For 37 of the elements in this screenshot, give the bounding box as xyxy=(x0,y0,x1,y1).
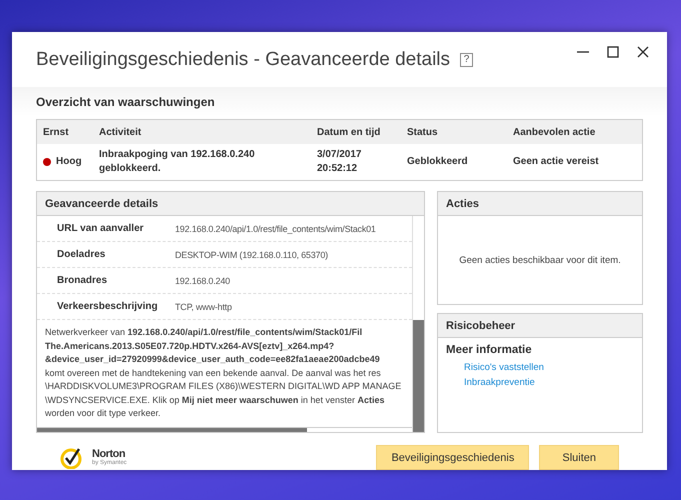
empty-message: Geen acties beschikbaar voor dit item. xyxy=(459,254,621,266)
horizontal-scrollbar[interactable] xyxy=(37,426,412,432)
column-header: Activiteit xyxy=(99,126,142,138)
table-cell-text: Inbraakpoging van 192.168.0.240 geblokkeerd. xyxy=(99,148,256,176)
table-cell-text: Geblokkeerd xyxy=(407,155,469,169)
detail-value: 192.168.0.240 xyxy=(175,276,231,286)
dialog-button[interactable]: Sluiten xyxy=(539,445,619,470)
close-icon[interactable] xyxy=(637,46,649,58)
checkmark-logo-icon xyxy=(60,446,82,468)
logo-name: Norton xyxy=(92,449,126,460)
column-header: Ernst xyxy=(43,126,70,138)
panel-title: Geavanceerde details xyxy=(37,192,424,216)
detail-label: Bronadres xyxy=(57,275,108,286)
info-link[interactable]: Inbraakpreventie xyxy=(438,375,642,390)
vertical-scrollbar[interactable] xyxy=(412,216,424,432)
panel-title: Risicobeheer xyxy=(438,314,642,338)
detail-label: URL van aanvaller xyxy=(57,223,145,234)
dialog-button[interactable]: Beveiligingsgeschiedenis xyxy=(376,445,530,470)
table-cell-text: 3/07/2017 20:52:12 xyxy=(317,148,362,176)
column-header: Aanbevolen actie xyxy=(513,126,596,138)
column-header: Datum en tijd xyxy=(317,126,382,138)
section-title: Overzicht van waarschuwingen xyxy=(36,95,216,109)
window-title: Beveiligingsgeschiedenis - Geavanceerde details xyxy=(36,48,450,70)
detail-value: 192.168.0.240/api/1.0/rest/file_contents/wim/Stack01 xyxy=(175,224,377,234)
panel-title: Acties xyxy=(438,192,642,216)
detail-value: TCP, www-http xyxy=(175,302,233,312)
help-button[interactable]: ? xyxy=(460,52,474,66)
table-cell: Hoog xyxy=(43,155,99,169)
detail-value: DESKTOP-WIM (192.168.0.110, 65370) xyxy=(175,250,329,260)
info-link[interactable]: Risico's vaststellen xyxy=(438,360,642,375)
column-header: Status xyxy=(407,126,439,138)
detail-label: Doeladres xyxy=(57,249,106,260)
description-text: Netwerkverkeer van 192.168.0.240/api/1.0/rest/file_contents/wim/Stack01/Fil The.Americans.2013.S05E07.720p.HDTV.x264-AVS[eztv]_x264.mp4? &device_user_id=27920999&device_user_auth_code=ee82fa1aeae200adcbe49 komt overeen met de handtekening van een bekende aanval. De aanval was het res \HARDDISKVOLUME3\PROGRAM FILES (X86)\WESTERN DIGITAL\WD APP MANAGE \WDSYNCSERVICE.EXE. Klik op Mij niet meer waarschuwen in het venster Acties worden voor dit type verkeer. xyxy=(44,326,402,420)
subsection-title: Meer informatie xyxy=(445,343,533,358)
table-cell-text: Geen actie vereist xyxy=(513,155,600,169)
maximize-icon[interactable] xyxy=(607,46,619,58)
detail-label: Verkeersbeschrijving xyxy=(57,301,159,312)
